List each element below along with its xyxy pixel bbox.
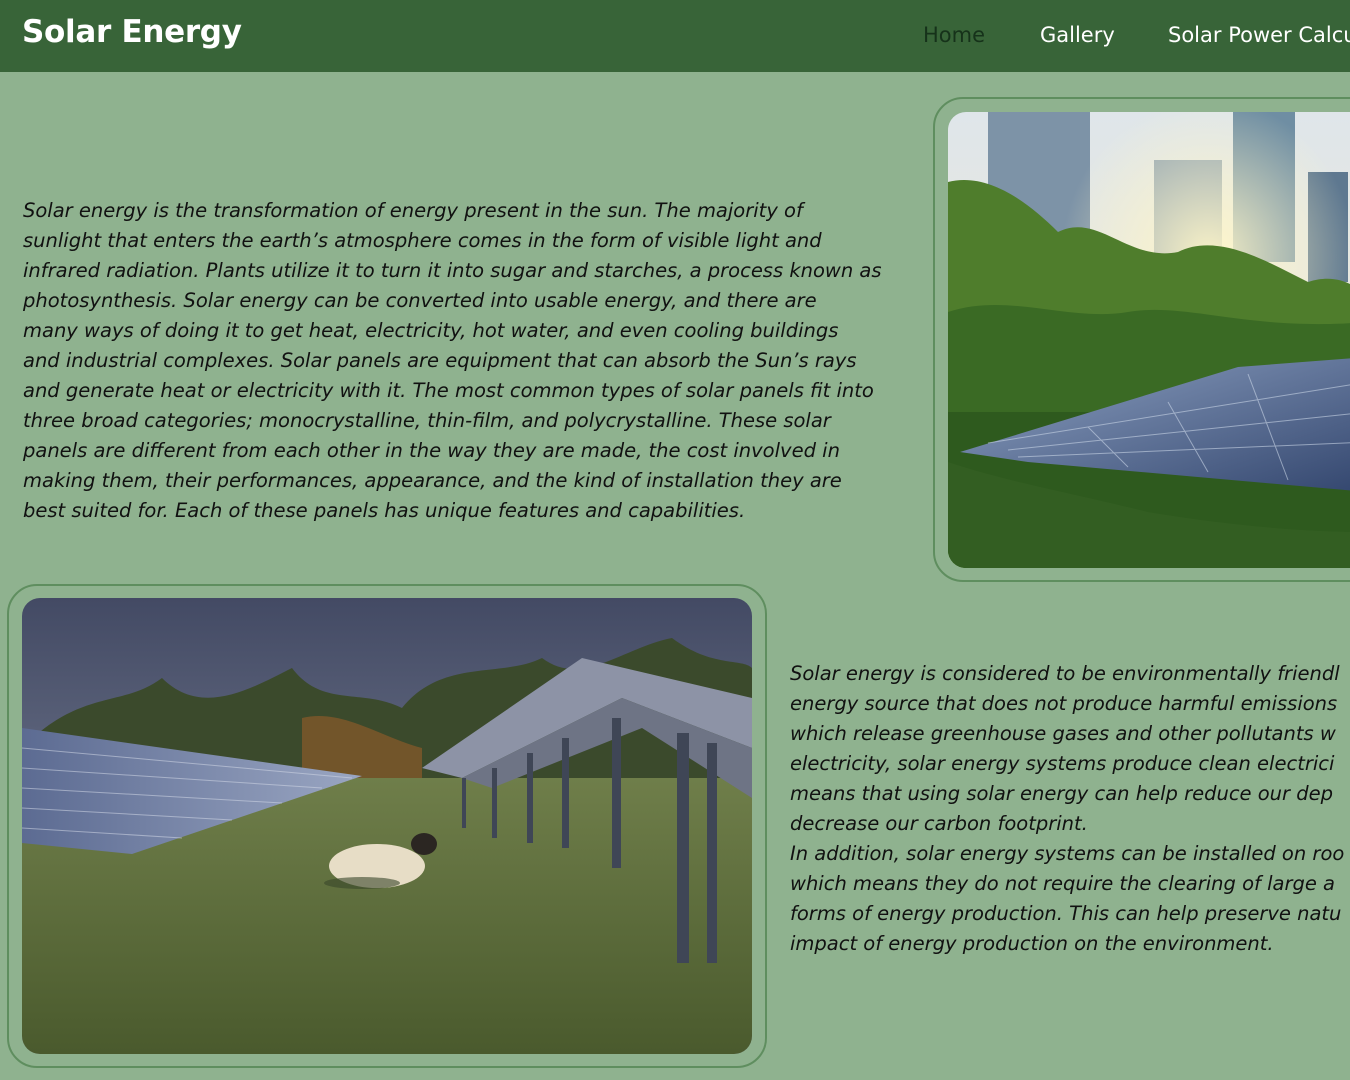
paragraph-line: and industrial complexes. Solar panels a… [23,349,857,372]
paragraph-line: impact of energy production on the envir… [790,932,1274,955]
paragraph-line: and generate heat or electricity with it… [23,379,874,402]
environment-paragraph: Solar energy is considered to be environ… [790,659,1350,959]
paragraph-line: Solar energy is considered to be environ… [790,662,1340,685]
paragraph-line: best suited for. Each of these panels ha… [23,499,746,522]
paragraph-line: In addition, solar energy systems can be… [790,842,1345,865]
paragraph-line: forms of energy production. This can hel… [790,902,1342,925]
nav-link-home[interactable]: Home [923,23,985,47]
paragraph-line: decrease our carbon footprint. [790,812,1088,835]
paragraph-line: which means they do not require the clea… [790,872,1335,895]
paragraph-line: energy source that does not produce harm… [790,692,1338,715]
intro-paragraph: Solar energy is the transformation of en… [23,196,913,526]
paragraph-line: making them, their performances, appeara… [23,469,842,492]
paragraph-line: three broad categories; monocrystalline,… [23,409,831,432]
paragraph-line: panels are different from each other in … [23,439,840,462]
paragraph-line: which release greenhouse gases and other… [790,722,1336,745]
top-navbar: Solar Energy Home Gallery Solar Power Ca… [0,0,1350,72]
paragraph-line: electricity, solar energy systems produc… [790,752,1335,775]
paragraph-line: Solar energy is the transformation of en… [23,199,803,222]
paragraph-line: photosynthesis. Solar energy can be conv… [23,289,817,312]
city-solar-panels-photo [948,112,1350,568]
nav-link-solar-power-calculator[interactable]: Solar Power Calcu [1168,23,1350,47]
paragraph-line: sunlight that enters the earth’s atmosph… [23,229,822,252]
paragraph-line: means that using solar energy can help r… [790,782,1333,805]
paragraph-line: many ways of doing it to get heat, elect… [23,319,839,342]
paragraph-line: infrared radiation. Plants utilize it to… [23,259,882,282]
nav-link-gallery[interactable]: Gallery [1040,23,1115,47]
sheep-solar-farm-photo [22,598,752,1054]
site-title[interactable]: Solar Energy [22,14,242,50]
